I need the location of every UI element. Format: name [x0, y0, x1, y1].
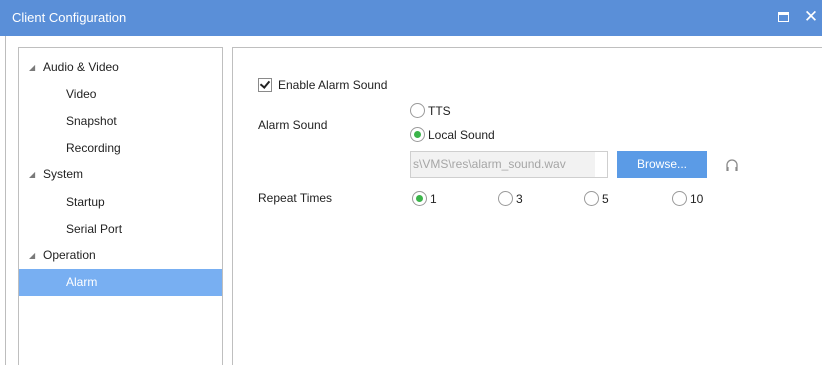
radio-button-selected-icon[interactable]	[410, 127, 425, 142]
alarm-sound-label: Alarm Sound	[258, 118, 328, 132]
expand-arrow-icon[interactable]: ◢	[29, 54, 39, 81]
tree-item-video[interactable]: Video	[19, 81, 222, 108]
alarm-settings-panel	[232, 47, 822, 365]
tree-item-label: Startup	[66, 195, 105, 209]
settings-tree: ◢ Audio & Video Video Snapshot Recording…	[18, 47, 223, 365]
tree-item-label: Alarm	[66, 275, 98, 289]
tree-item-snapshot[interactable]: Snapshot	[19, 108, 222, 135]
tree-item-label: Recording	[66, 141, 121, 155]
tree-item-label: Serial Port	[66, 222, 123, 236]
radio-label: 1	[430, 192, 437, 206]
expand-arrow-icon[interactable]: ◢	[29, 242, 39, 269]
tree-group-label: Audio & Video	[43, 60, 119, 74]
tree-group-system[interactable]: ◢ System	[19, 161, 222, 188]
title-bar: Client Configuration ✕	[0, 0, 822, 36]
tree-item-label: Video	[66, 87, 97, 101]
tree-item-startup[interactable]: Startup	[19, 189, 222, 216]
tree-group-label: Operation	[43, 248, 96, 262]
enable-alarm-sound-label: Enable Alarm Sound	[278, 78, 388, 92]
sound-file-path-field[interactable]: s\VMS\res\alarm_sound.wav	[410, 151, 608, 178]
radio-label: 5	[602, 192, 609, 206]
radio-button-icon[interactable]	[410, 103, 425, 118]
checkmark-icon	[259, 78, 271, 89]
client-configuration-window: Client Configuration ✕ ◢ Audio & Video V…	[0, 0, 822, 365]
maximize-icon[interactable]	[778, 12, 789, 22]
radio-button-icon[interactable]	[584, 191, 599, 206]
field-end-cap	[595, 152, 607, 177]
tree-item-label: Snapshot	[66, 114, 117, 128]
radio-button-icon[interactable]	[498, 191, 513, 206]
radio-label: 10	[690, 192, 704, 206]
repeat-times-label: Repeat Times	[258, 191, 333, 205]
tree-group-label: System	[43, 167, 84, 181]
window-left-border	[5, 36, 6, 365]
tree-group-operation[interactable]: ◢ Operation	[19, 242, 222, 269]
tree-item-recording[interactable]: Recording	[19, 135, 222, 162]
browse-button[interactable]: Browse...	[617, 151, 707, 178]
expand-arrow-icon[interactable]: ◢	[29, 161, 39, 188]
radio-label: TTS	[428, 104, 451, 118]
headphone-icon[interactable]	[724, 157, 740, 173]
close-icon[interactable]: ✕	[801, 6, 821, 28]
tree-item-serial-port[interactable]: Serial Port	[19, 216, 222, 243]
checkbox-box[interactable]	[258, 78, 272, 92]
sound-file-path-text: s\VMS\res\alarm_sound.wav	[413, 157, 566, 171]
tree-item-alarm[interactable]: Alarm	[19, 269, 222, 296]
radio-button-selected-icon[interactable]	[412, 191, 427, 206]
radio-label: 3	[516, 192, 523, 206]
tree-group-audio-video[interactable]: ◢ Audio & Video	[19, 54, 222, 81]
window-title: Client Configuration	[12, 10, 127, 25]
radio-label: Local Sound	[428, 128, 495, 142]
radio-button-icon[interactable]	[672, 191, 687, 206]
